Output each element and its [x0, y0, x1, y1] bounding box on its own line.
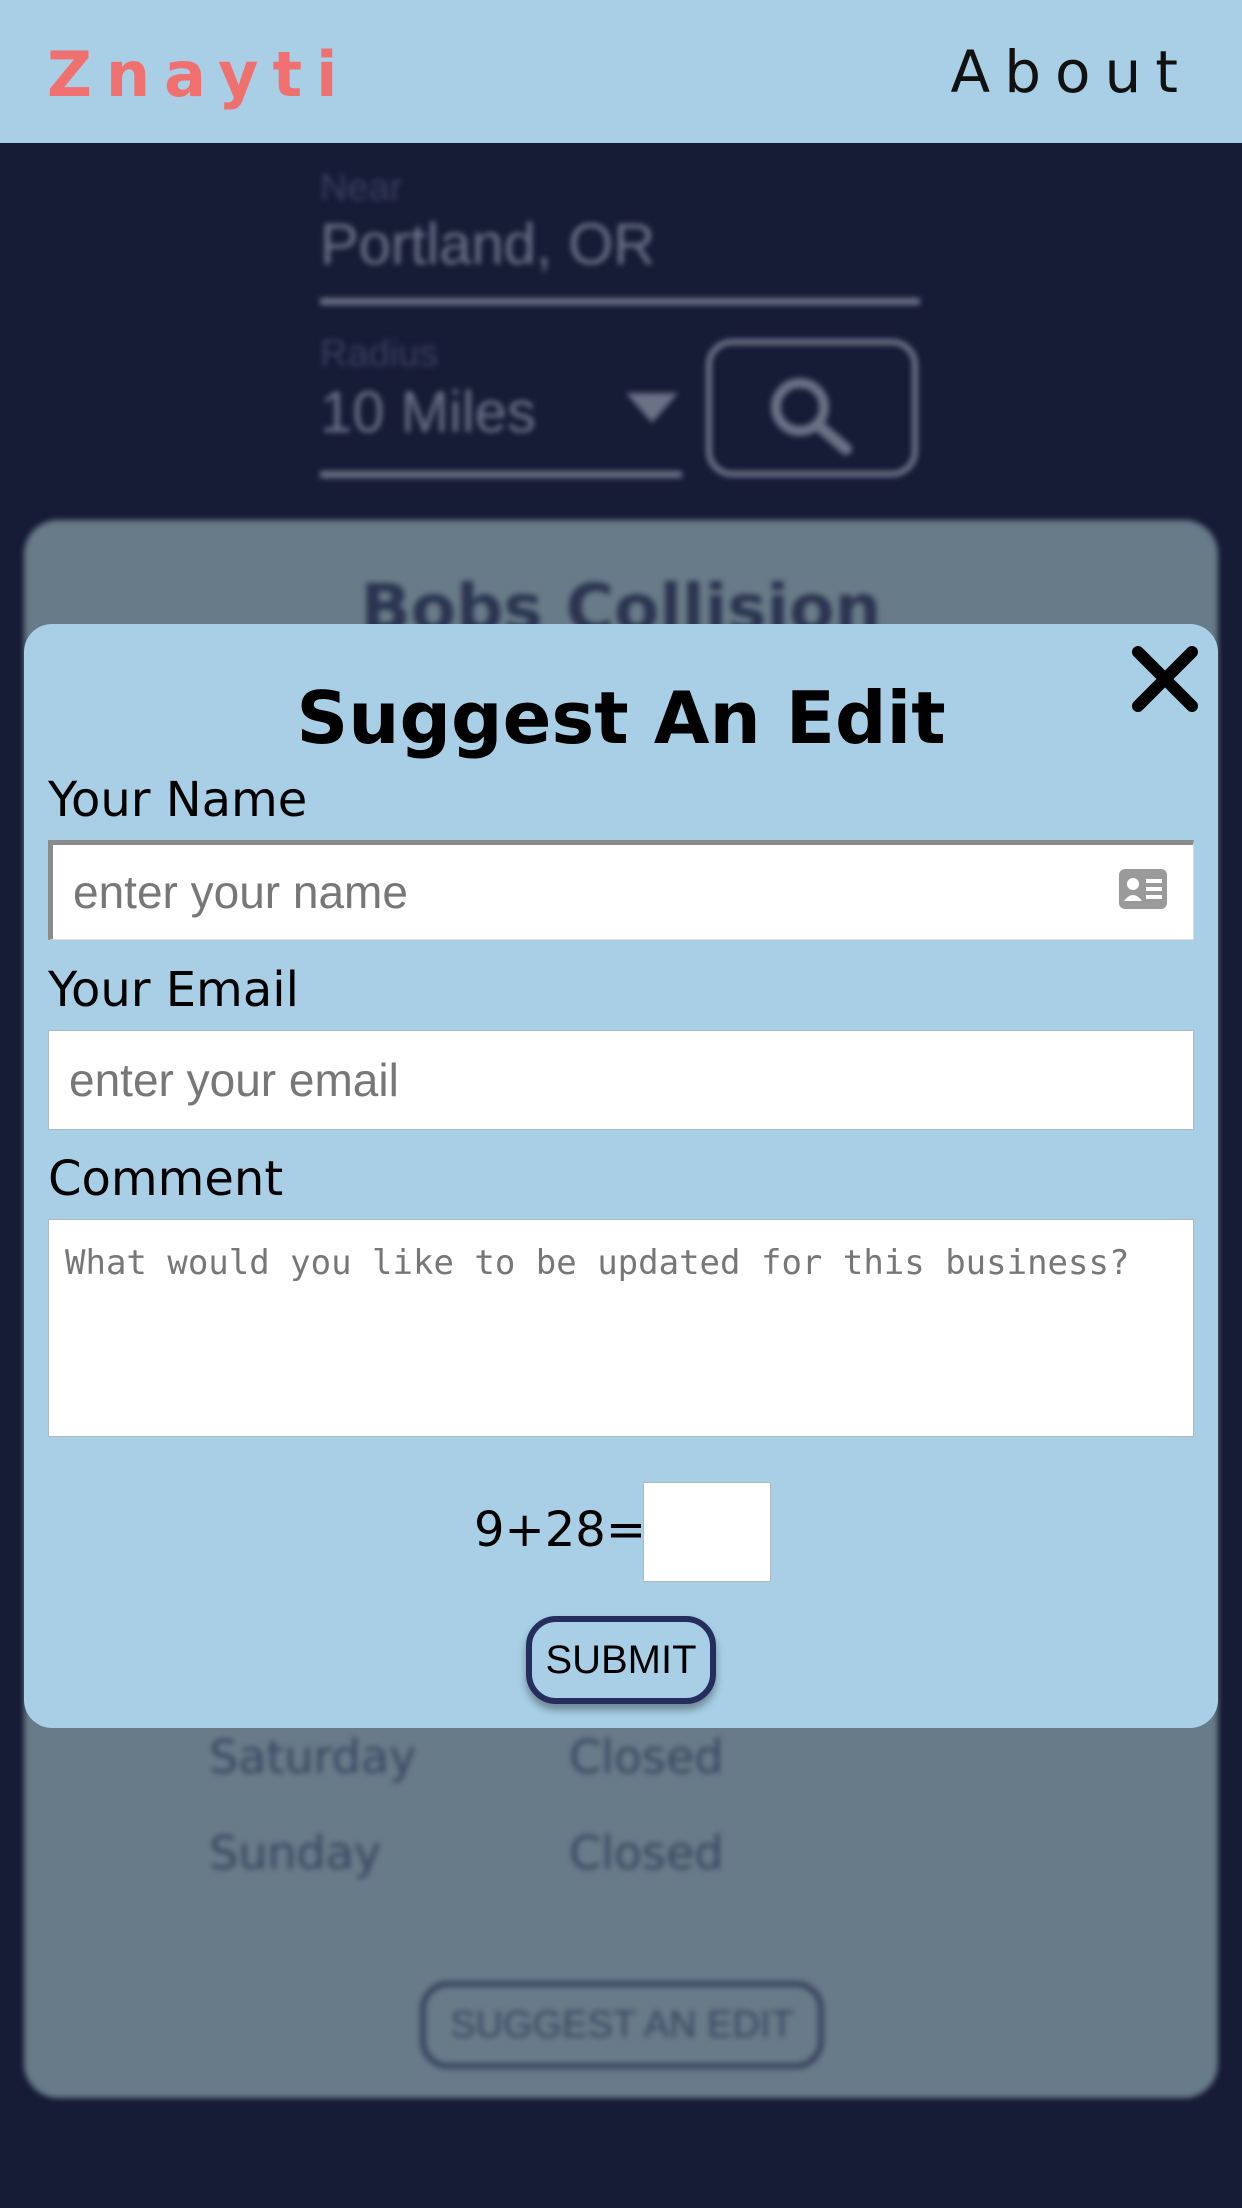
hours-row: Sunday Closed: [209, 1826, 909, 1880]
email-input[interactable]: [48, 1030, 1194, 1130]
name-label: Your Name: [48, 772, 308, 828]
about-link[interactable]: About: [951, 38, 1192, 106]
suggest-edit-button[interactable]: SUGGEST AN EDIT: [420, 1981, 824, 2069]
name-input[interactable]: [48, 840, 1194, 940]
search-icon: [771, 378, 852, 455]
brand-logo[interactable]: Znayti: [47, 38, 351, 111]
hours-time: Closed: [569, 1826, 724, 1880]
radius-select[interactable]: 10 Miles: [320, 379, 536, 446]
hours-day: Saturday: [209, 1730, 417, 1784]
near-label: Near: [320, 167, 403, 209]
modal-title: Suggest An Edit: [296, 676, 946, 760]
top-nav-bar: Znayti About: [0, 0, 1242, 143]
comment-textarea[interactable]: [48, 1219, 1194, 1437]
hours-row: Saturday Closed: [209, 1730, 909, 1784]
comment-label: Comment: [48, 1151, 284, 1207]
submit-button[interactable]: SUBMIT: [526, 1616, 716, 1704]
near-input[interactable]: Portland, OR: [320, 211, 655, 278]
radius-underline: [320, 471, 682, 478]
hours-day: Sunday: [209, 1826, 382, 1880]
radius-label: Radius: [320, 333, 439, 375]
captcha-input[interactable]: [643, 1482, 771, 1582]
near-underline: [320, 298, 920, 305]
dropdown-arrow-icon[interactable]: [626, 393, 678, 423]
captcha-question: 9+28=: [474, 1502, 647, 1558]
hours-time: Closed: [569, 1730, 724, 1784]
suggest-edit-modal: Suggest An Edit Your Name Your Email Com…: [24, 624, 1218, 1728]
search-button[interactable]: [706, 339, 918, 477]
contact-card-icon: [1119, 869, 1167, 909]
email-label: Your Email: [48, 962, 299, 1018]
